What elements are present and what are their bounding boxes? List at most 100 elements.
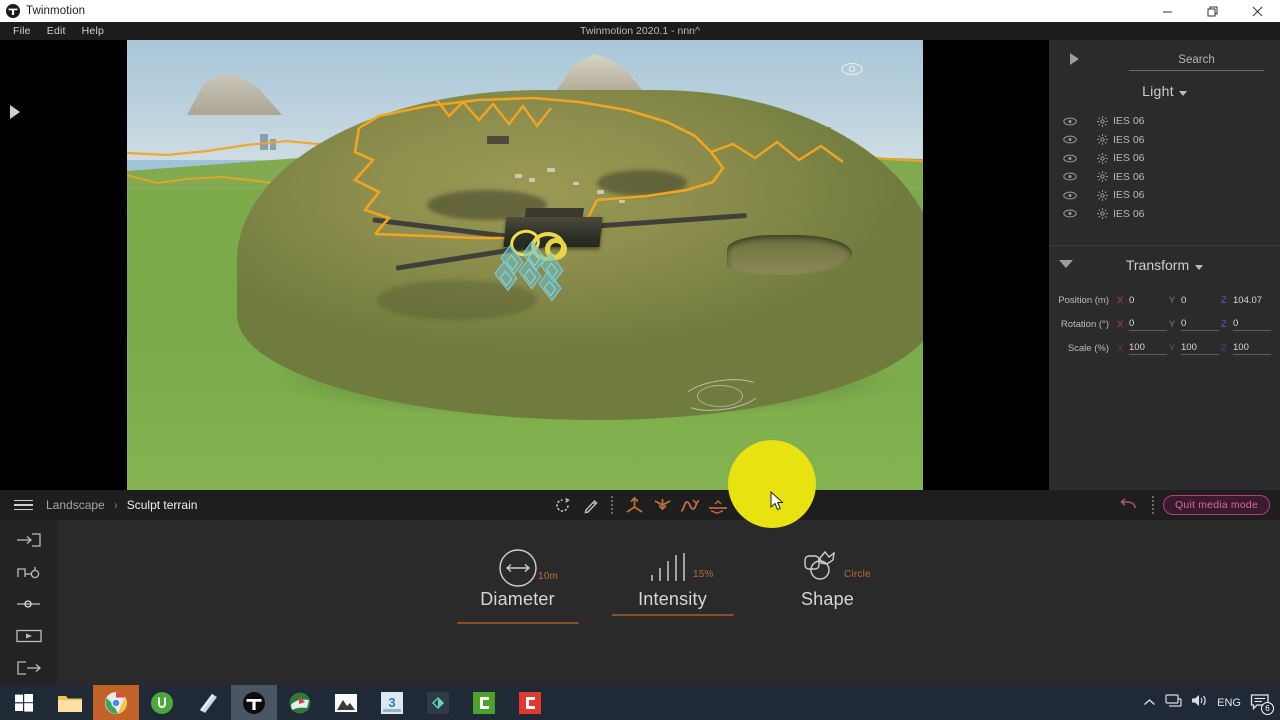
start-button[interactable] [0,685,47,720]
taskbar-onenote[interactable] [185,685,231,720]
light-section-header[interactable]: Light [1049,76,1280,106]
list-item[interactable]: IES 06 [1049,186,1280,205]
c-green-icon [473,691,495,714]
slider-icon[interactable] [12,596,46,612]
position-z-field[interactable]: Z 104.07 [1221,295,1273,306]
volume-icon[interactable] [1191,693,1208,713]
folder-icon [58,695,82,712]
rotation-y-field[interactable]: Y 0 [1169,318,1221,331]
terrain-marker-ellipse-2 [697,385,743,407]
taskbar-c-app-red[interactable] [507,685,553,720]
list-item[interactable]: IES 06 [1049,131,1280,150]
utorrent-icon [151,691,173,714]
flatten-icon[interactable] [704,491,732,519]
path-keyframe-icon[interactable] [12,564,46,580]
caret-down-icon[interactable] [1195,264,1204,270]
taskbar-everything-search[interactable] [415,685,461,720]
transform-section-title: Transform [1125,257,1190,273]
eye-icon[interactable] [1049,154,1091,163]
svg-text:3: 3 [388,695,395,710]
taskbar-file-explorer[interactable] [47,685,93,720]
raise-icon[interactable] [620,491,648,519]
scale-x-value: 100 [1129,342,1167,355]
taskbar-internet-download-manager[interactable] [277,685,323,720]
intensity-icon-row: 15% [595,545,750,591]
diameter-label: Diameter [480,589,555,609]
eye-icon[interactable] [1049,117,1091,126]
taskbar-c-app-green[interactable] [461,685,507,720]
minimize-button[interactable] [1145,0,1190,22]
menu-edit[interactable]: Edit [39,24,74,38]
brush-diameter-option[interactable]: 10m Diameter [440,545,595,624]
position-y-field[interactable]: Y 0 [1169,295,1221,306]
list-item[interactable]: IES 06 [1049,168,1280,187]
brush-shape-option[interactable]: Circle Shape [750,545,905,624]
rotation-z-field[interactable]: Z 0 [1221,318,1273,331]
taskbar-google-chrome[interactable] [93,685,139,720]
refresh-icon[interactable] [548,491,576,519]
transform-section-header[interactable]: Transform [1049,246,1280,284]
scale-label: Scale (%) [1067,342,1109,354]
rotation-x-field[interactable]: X 0 [1117,318,1169,331]
expand-panel-triangle-icon[interactable] [10,105,20,119]
eye-icon[interactable] [1049,209,1091,218]
network-icon[interactable] [1165,693,1182,713]
smooth-icon[interactable] [676,491,704,519]
action-center-icon[interactable]: 6 [1250,693,1274,715]
list-item[interactable]: IES 06 [1049,149,1280,168]
diameter-value: 10m [538,571,559,582]
brush-intensity-option[interactable]: 15% Intensity [595,545,750,616]
brush-options: 10m Diameter 15% Intensity Circle Shape [440,545,905,624]
eye-icon[interactable] [1049,135,1091,144]
import-icon[interactable] [12,532,46,548]
scene-graph-panel: Search Light IES 06 IES 06 IES 06 IES 06… [1049,40,1280,490]
export-icon[interactable] [12,660,46,676]
menu-help[interactable]: Help [74,24,112,38]
window-controls [1145,0,1280,22]
triangle-down-icon[interactable] [1059,260,1073,268]
restore-button[interactable] [1190,0,1235,22]
eye-icon[interactable] [841,62,863,76]
close-button[interactable] [1235,0,1280,22]
light-icon [1091,115,1113,127]
list-item[interactable]: IES 06 [1049,205,1280,224]
idm-icon [289,692,311,713]
breadcrumb-parent[interactable]: Landscape [46,498,105,512]
diameter-slider[interactable] [456,622,579,624]
caret-down-icon[interactable] [1178,90,1187,96]
scale-y-value: 100 [1181,342,1219,355]
taskbar-photos[interactable] [323,685,369,720]
twinmotion-logo-icon [243,691,265,714]
axis-y-label: Y [1169,342,1176,354]
chevron-up-icon[interactable] [1143,694,1156,712]
taskbar-3ds-max[interactable]: 3 [369,685,415,720]
axis-y-label: Y [1169,294,1176,306]
viewport-3d[interactable] [127,40,923,490]
hamburger-menu-icon[interactable] [0,499,46,511]
scale-y-field[interactable]: Y 100 [1169,342,1221,355]
shape-value: Circle [844,569,871,580]
photos-icon [335,693,357,712]
media-player-icon[interactable] [12,628,46,644]
taskbar-twinmotion[interactable] [231,685,277,720]
light-icon [1091,171,1113,183]
system-tray: ENG 6 [1143,693,1280,715]
scale-x-field[interactable]: X 100 [1117,342,1169,355]
eye-icon[interactable] [1049,191,1091,200]
eye-icon[interactable] [1049,172,1091,181]
lower-icon[interactable] [648,491,676,519]
language-indicator[interactable]: ENG [1217,697,1241,709]
intensity-slider[interactable] [611,614,734,616]
undo-arrow-icon[interactable] [1115,491,1143,519]
menu-file[interactable]: File [5,24,39,38]
scale-z-field[interactable]: Z 100 [1221,342,1273,355]
search-input[interactable]: Search [1129,50,1264,71]
taskbar-utorrent[interactable] [139,685,185,720]
twinmotion-window: Twinmotion File Edit Help Twinmotion 202… [0,0,1280,720]
chrome-icon [105,691,127,714]
pencil-icon[interactable] [576,491,604,519]
list-item[interactable]: IES 06 [1049,112,1280,131]
axis-z-label: Z [1221,342,1227,354]
position-x-field[interactable]: X 0 [1117,295,1169,306]
quit-media-mode-button[interactable]: Quit media mode [1163,495,1270,515]
